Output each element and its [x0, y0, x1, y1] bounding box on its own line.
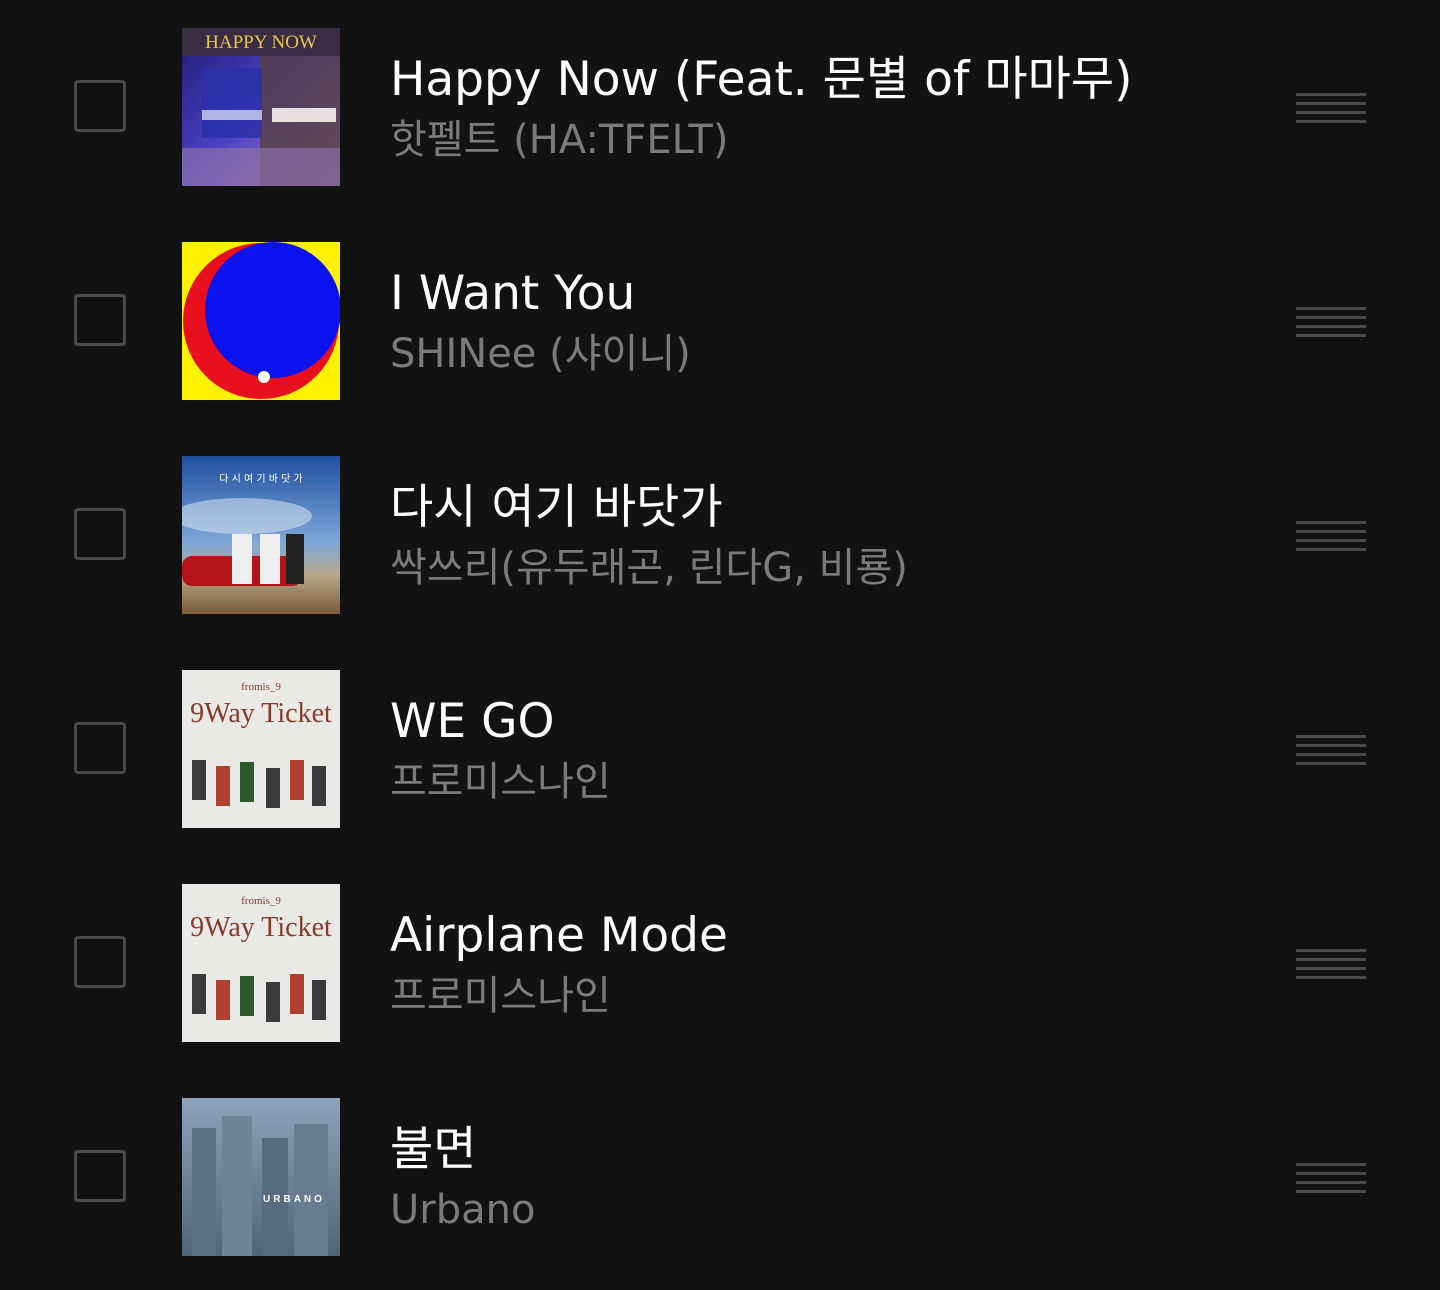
song-artist: SHINee (샤이니) [390, 331, 691, 377]
song-artist: 프로미스나인 [390, 973, 611, 1019]
select-checkbox[interactable] [74, 80, 126, 132]
album-art-text: 9Way Ticket [190, 698, 332, 729]
album-art: fromis_9 9Way Ticket [182, 670, 340, 828]
album-art [182, 242, 340, 400]
drag-handle-icon[interactable] [1296, 735, 1366, 765]
song-title: I Want You [390, 266, 636, 321]
album-art-text: 다 시 여 기 바 닷 가 [219, 473, 302, 485]
album-art-text: fromis_9 [241, 681, 281, 693]
song-artist: 프로미스나인 [390, 759, 611, 805]
song-artist: Urbano [390, 1187, 536, 1233]
song-title: 다시 여기 바닷가 [390, 480, 723, 535]
drag-handle-icon[interactable] [1296, 1163, 1366, 1193]
album-art: URBANO [182, 1098, 340, 1256]
song-artist: 싹쓰리(유두래곤, 린다G, 비룡) [390, 545, 908, 591]
list-item[interactable]: fromis_9 9Way Ticket Airplane Mode 프로미스나… [0, 856, 1440, 1070]
list-item[interactable]: HAPPY NOW Happy Now (Feat. 문별 of 마마무) 핫펠… [0, 0, 1440, 214]
select-checkbox[interactable] [74, 936, 126, 988]
album-art: HAPPY NOW [182, 28, 340, 186]
drag-handle-icon[interactable] [1296, 949, 1366, 979]
song-artist: 핫펠트 (HA:TFELT) [390, 117, 729, 163]
list-item[interactable]: I Want You SHINee (샤이니) [0, 214, 1440, 428]
select-checkbox[interactable] [74, 722, 126, 774]
list-item[interactable]: 다 시 여 기 바 닷 가 다시 여기 바닷가 싹쓰리(유두래곤, 린다G, 비… [0, 428, 1440, 642]
drag-handle-icon[interactable] [1296, 93, 1366, 123]
select-checkbox[interactable] [74, 508, 126, 560]
album-art: 다 시 여 기 바 닷 가 [182, 456, 340, 614]
album-art-text: HAPPY NOW [205, 32, 317, 53]
album-art-text: URBANO [263, 1194, 325, 1205]
song-title: WE GO [390, 694, 555, 749]
album-art-text: 9Way Ticket [190, 912, 332, 943]
select-checkbox[interactable] [74, 294, 126, 346]
song-title: Airplane Mode [390, 908, 728, 963]
album-art: fromis_9 9Way Ticket [182, 884, 340, 1042]
drag-handle-icon[interactable] [1296, 521, 1366, 551]
drag-handle-icon[interactable] [1296, 307, 1366, 337]
song-list: HAPPY NOW Happy Now (Feat. 문별 of 마마무) 핫펠… [0, 0, 1440, 1290]
song-title: 불면 [390, 1122, 477, 1177]
list-item[interactable]: URBANO 불면 Urbano [0, 1070, 1440, 1284]
song-title: Happy Now (Feat. 문별 of 마마무) [390, 52, 1133, 107]
album-art-text: fromis_9 [241, 895, 281, 907]
select-checkbox[interactable] [74, 1150, 126, 1202]
list-item[interactable]: fromis_9 9Way Ticket WE GO 프로미스나인 [0, 642, 1440, 856]
